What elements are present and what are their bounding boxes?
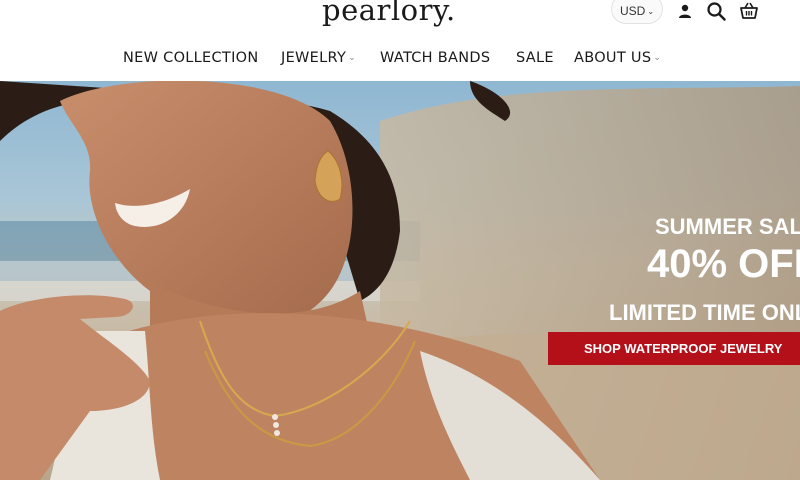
nav-item-label: SALE <box>516 50 554 66</box>
nav-item-label: ABOUT US <box>574 50 652 66</box>
currency-selector[interactable]: USD ⌄ <box>611 0 663 24</box>
shop-waterproof-button[interactable]: SHOP WATERPROOF JEWELRY <box>548 332 800 365</box>
nav-item-sale[interactable]: SALE <box>516 50 554 66</box>
search-icon[interactable] <box>705 1 727 21</box>
nav-item-label: NEW COLLECTION <box>123 50 259 66</box>
hero-banner[interactable]: SUMMER SALE 40% OFF LIMITED TIME ONLY SH… <box>0 81 800 480</box>
chevron-down-icon: ⌄ <box>348 53 356 63</box>
nav-item-label: WATCH BANDS <box>380 50 491 66</box>
cart-icon[interactable] <box>738 1 760 21</box>
promo-headline: SUMMER SALE <box>655 214 800 239</box>
promo-subline: LIMITED TIME ONLY <box>609 300 800 325</box>
nav-item-jewelry[interactable]: JEWELRY ⌄ <box>281 50 356 66</box>
nav-item-about-us[interactable]: ABOUT US ⌄ <box>574 50 661 66</box>
chevron-down-icon: ⌄ <box>647 6 655 16</box>
site-logo[interactable]: pearlory. <box>322 0 456 27</box>
currency-label: USD <box>619 4 646 18</box>
nav-item-new-collection[interactable]: NEW COLLECTION <box>123 50 259 66</box>
promo-discount: 40% OFF <box>647 242 800 286</box>
account-icon[interactable] <box>674 1 696 21</box>
nav-item-watch-bands[interactable]: WATCH BANDS <box>380 50 490 66</box>
site-header: pearlory. USD ⌄ NEW COLLECTION JEWELRY⌄ <box>0 0 800 81</box>
main-nav: NEW COLLECTION JEWELRY ⌄ WATCH BANDS SALE… <box>0 50 800 74</box>
chevron-down-icon: ⌄ <box>653 53 662 63</box>
nav-item-label: JEWELRY <box>281 50 347 66</box>
